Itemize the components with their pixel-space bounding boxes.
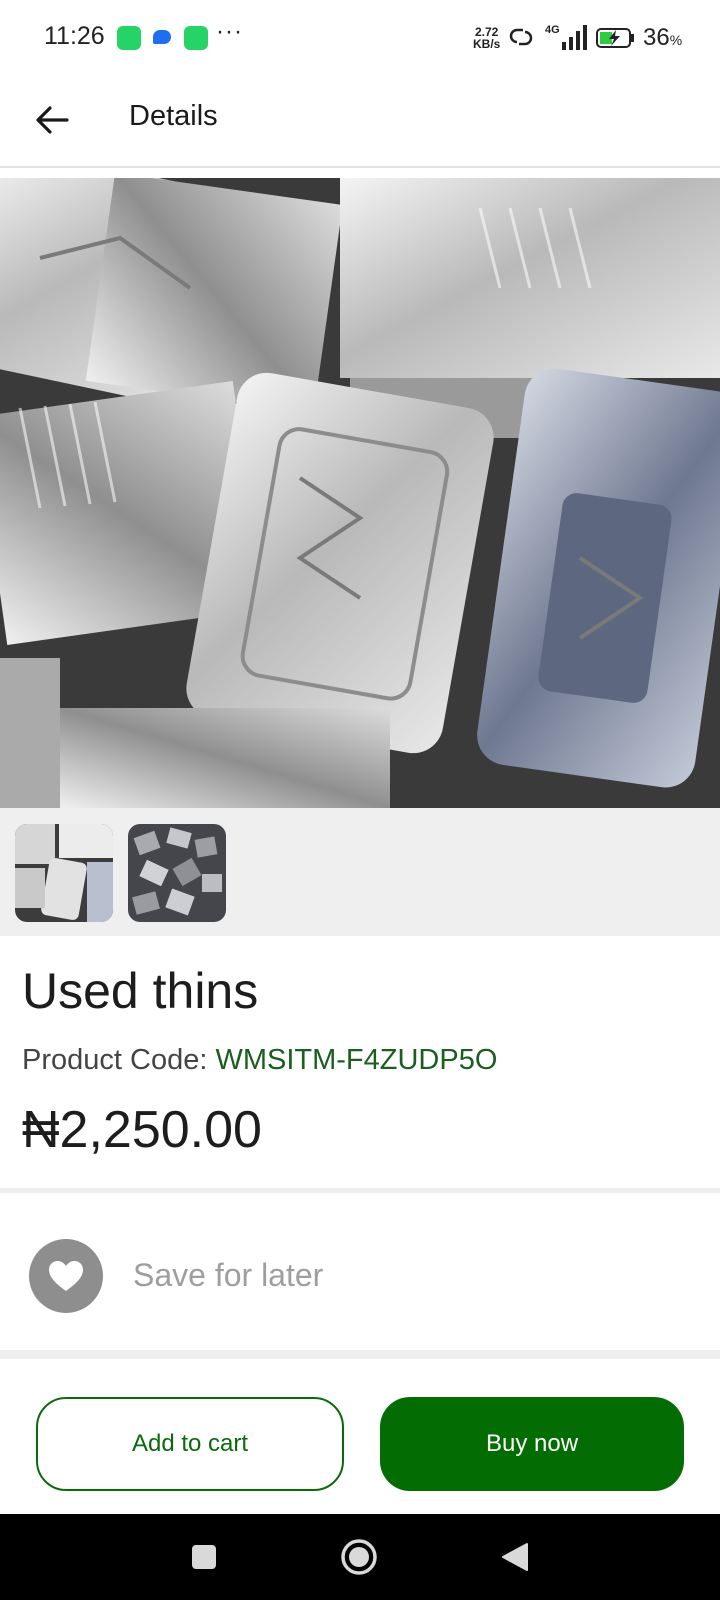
battery-percent-unit: % [669,32,683,48]
whatsapp-business-notification-icon [184,26,208,50]
recents-button[interactable] [181,1534,227,1580]
whatsapp-notification-icon [117,26,141,50]
image-thumbnails [0,808,720,936]
back-triangle-icon [502,1543,528,1571]
product-thumbnail[interactable] [15,824,113,922]
divider [0,1350,720,1359]
product-main-image[interactable] [0,178,720,808]
more-notifications-icon: ··· [216,18,243,45]
save-for-later-label: Save for later [133,1257,324,1293]
add-to-cart-button[interactable]: Add to cart [36,1397,344,1491]
home-circle-icon [341,1539,377,1575]
save-for-later-button[interactable]: Save for later [0,1194,720,1350]
system-nav-bar [0,1514,720,1600]
status-time: 11:26 [44,22,105,50]
hotspot-link-icon [509,28,533,46]
heart-icon [49,1261,83,1291]
buy-now-button[interactable]: Buy now [380,1397,684,1491]
home-button[interactable] [336,1534,382,1580]
battery-percent-value: 36 [643,24,670,51]
app-bar: Details [0,78,720,168]
product-code: Product Code: WMSITM-F4ZUDP5O [22,1044,497,1077]
network-speed: 2.72 KB/s [473,26,500,50]
page-title: Details [129,100,218,132]
system-back-button[interactable] [492,1534,538,1580]
product-code-label: Product Code: [22,1044,208,1076]
save-for-later-circle [29,1239,103,1313]
battery-percent: 36% [643,24,682,52]
recents-square-icon [192,1545,216,1569]
battery-charging-icon [596,28,634,48]
product-price: ₦2,250.00 [22,1101,262,1159]
product-name: Used thins [22,963,259,1019]
messages-notification-icon [153,30,171,44]
signal-icon [562,25,587,50]
product-code-value: WMSITM-F4ZUDP5O [215,1044,498,1076]
network-speed-unit: KB/s [473,37,501,51]
divider [0,1188,720,1193]
back-button[interactable] [28,96,76,144]
product-thumbnail[interactable] [128,824,226,922]
status-bar: 11:26 ··· 2.72 KB/s 4G 36% [0,0,720,78]
arrow-left-icon [36,106,69,134]
